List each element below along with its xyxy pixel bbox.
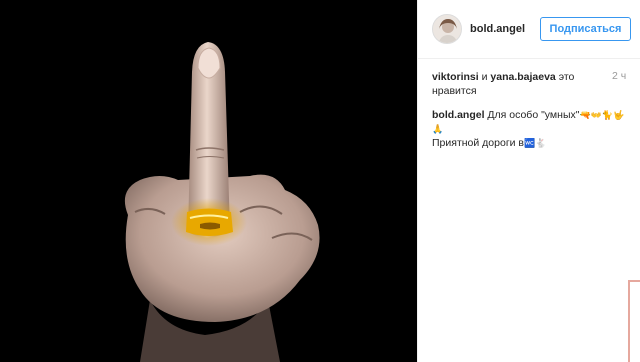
username[interactable]: bold.angel	[470, 23, 525, 35]
avatar[interactable]	[432, 14, 462, 44]
caption-text-1: Для особо "умных"	[484, 109, 580, 121]
caption-username[interactable]: bold.angel	[432, 109, 485, 121]
post-header: bold.angel Подписаться	[418, 0, 640, 59]
frame-corner	[628, 280, 640, 362]
post-sidebar: bold.angel Подписаться viktorinsi и yana…	[417, 0, 640, 362]
follow-button[interactable]: Подписаться	[540, 17, 631, 41]
liker-link-2[interactable]: yana.bajaeva	[490, 71, 555, 83]
gold-ring	[186, 208, 233, 236]
post-photo[interactable]	[0, 0, 417, 362]
caption: bold.angel Для особо "умных"🔫👐🐈🤟🙏 Приятн…	[432, 109, 632, 151]
liker-link-1[interactable]: viktorinsi	[432, 71, 479, 83]
likes-and: и	[478, 71, 491, 83]
post-time[interactable]: 2 ч	[612, 70, 626, 82]
caption-text-2: Приятной дороги в	[432, 137, 525, 149]
caption-emoji-2: 🚾🐇	[524, 139, 547, 149]
likes-text: viktorinsi и yana.bajaeva это нравится	[432, 70, 597, 98]
avatar-icon	[433, 15, 461, 43]
hand-ring-image	[124, 42, 320, 362]
